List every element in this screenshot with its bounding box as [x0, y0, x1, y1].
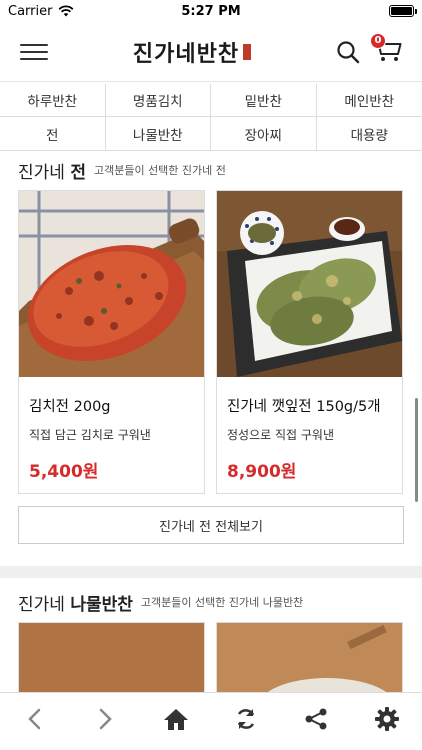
- carrier-label: Carrier: [8, 3, 53, 19]
- header-actions: 0: [336, 32, 402, 67]
- category-item[interactable]: 하루반찬: [0, 84, 106, 117]
- section-title: 진가네 전: [18, 162, 86, 183]
- brand-logo[interactable]: 진가네반찬: [132, 36, 252, 68]
- battery-icon: [389, 5, 417, 17]
- app-header: 진가네반찬 0: [0, 22, 422, 82]
- section-jeon: 진가네 전 고객분들이 선택한 진가네 전 김치전 200g 직접 담근 김치로…: [0, 150, 422, 544]
- refresh-button[interactable]: [226, 699, 266, 739]
- scroll-indicator[interactable]: [415, 398, 418, 502]
- forward-icon: [100, 708, 113, 729]
- section-title: 진가네 나물반찬: [18, 594, 133, 615]
- section-subtitle: 고객분들이 선택한 진가네 나물반찬: [140, 596, 304, 609]
- back-button[interactable]: [15, 699, 55, 739]
- status-left: Carrier: [8, 4, 74, 19]
- share-icon: [305, 708, 327, 729]
- category-item[interactable]: 메인반찬: [316, 84, 422, 117]
- view-all-button[interactable]: 진가네 전 전체보기: [18, 506, 404, 544]
- section-header: 진가네 나물반찬 고객분들이 선택한 진가네 나물반찬: [0, 582, 422, 622]
- share-button[interactable]: [296, 699, 336, 739]
- section-namul: 진가네 나물반찬 고객분들이 선택한 진가네 나물반찬: [0, 582, 422, 703]
- settings-icon: [374, 706, 399, 731]
- product-desc: 정성으로 직접 구워낸: [227, 428, 334, 442]
- section-subtitle: 고객분들이 선택한 진가네 전: [93, 164, 226, 177]
- logo-stamp: [243, 43, 252, 60]
- product-image-kimchi-jeon[interactable]: [19, 191, 204, 377]
- product-list: 김치전 200g 직접 담근 김치로 구워낸 5,400원 진가네 깻잎전 15…: [0, 190, 422, 494]
- category-item[interactable]: 나물반찬: [106, 117, 211, 150]
- product-desc: 직접 담근 김치로 구워낸: [29, 428, 151, 442]
- product-info: 김치전 200g 직접 담근 김치로 구워낸 5,400원: [19, 377, 204, 493]
- product-card[interactable]: [18, 622, 205, 703]
- category-item[interactable]: 명품김치: [105, 84, 211, 117]
- refresh-icon: [238, 708, 255, 729]
- product-image-perilla-jeon[interactable]: [217, 191, 402, 377]
- bottom-toolbar: [0, 692, 422, 750]
- menu-icon[interactable]: [20, 43, 48, 60]
- product-card[interactable]: 김치전 200g 직접 담근 김치로 구워낸 5,400원: [18, 190, 205, 494]
- home-icon: [163, 708, 188, 730]
- product-card[interactable]: [216, 622, 403, 703]
- status-bar: Carrier 5:27 PM: [0, 0, 422, 22]
- home-button[interactable]: [156, 699, 196, 739]
- product-info: 진가네 깻잎전 150g/5개 정성으로 직접 구워낸 8,900원: [217, 377, 402, 493]
- cart-button[interactable]: 0: [369, 32, 402, 67]
- back-icon: [28, 708, 41, 729]
- category-item[interactable]: 대용량: [317, 117, 422, 150]
- section-divider: [0, 566, 422, 578]
- status-time: 5:27 PM: [181, 3, 241, 19]
- product-price: 8,900원: [227, 462, 297, 482]
- product-image[interactable]: [217, 623, 402, 703]
- category-item[interactable]: 밑반찬: [211, 84, 317, 117]
- product-price: 5,400원: [29, 462, 99, 482]
- cart-count-badge: 0: [369, 32, 386, 49]
- section-header: 진가네 전 고객분들이 선택한 진가네 전: [0, 150, 422, 190]
- forward-button[interactable]: [85, 699, 125, 739]
- category-grid: 하루반찬 명품김치 밑반찬 메인반찬전 나물반찬 장아찌 대용량: [0, 84, 422, 151]
- category-item[interactable]: 장아찌: [211, 117, 317, 150]
- product-card[interactable]: 진가네 깻잎전 150g/5개 정성으로 직접 구워낸 8,900원: [216, 190, 403, 494]
- product-name: 김치전 200g: [29, 399, 111, 415]
- category-item[interactable]: 전: [0, 117, 106, 150]
- search-icon[interactable]: [336, 40, 360, 64]
- product-list: [0, 622, 422, 703]
- product-name: 진가네 깻잎전 150g/5개: [227, 399, 381, 415]
- wifi-icon: [59, 5, 74, 17]
- logo-text: 진가네반찬: [132, 40, 240, 67]
- settings-button[interactable]: [367, 699, 407, 739]
- product-image[interactable]: [19, 623, 204, 703]
